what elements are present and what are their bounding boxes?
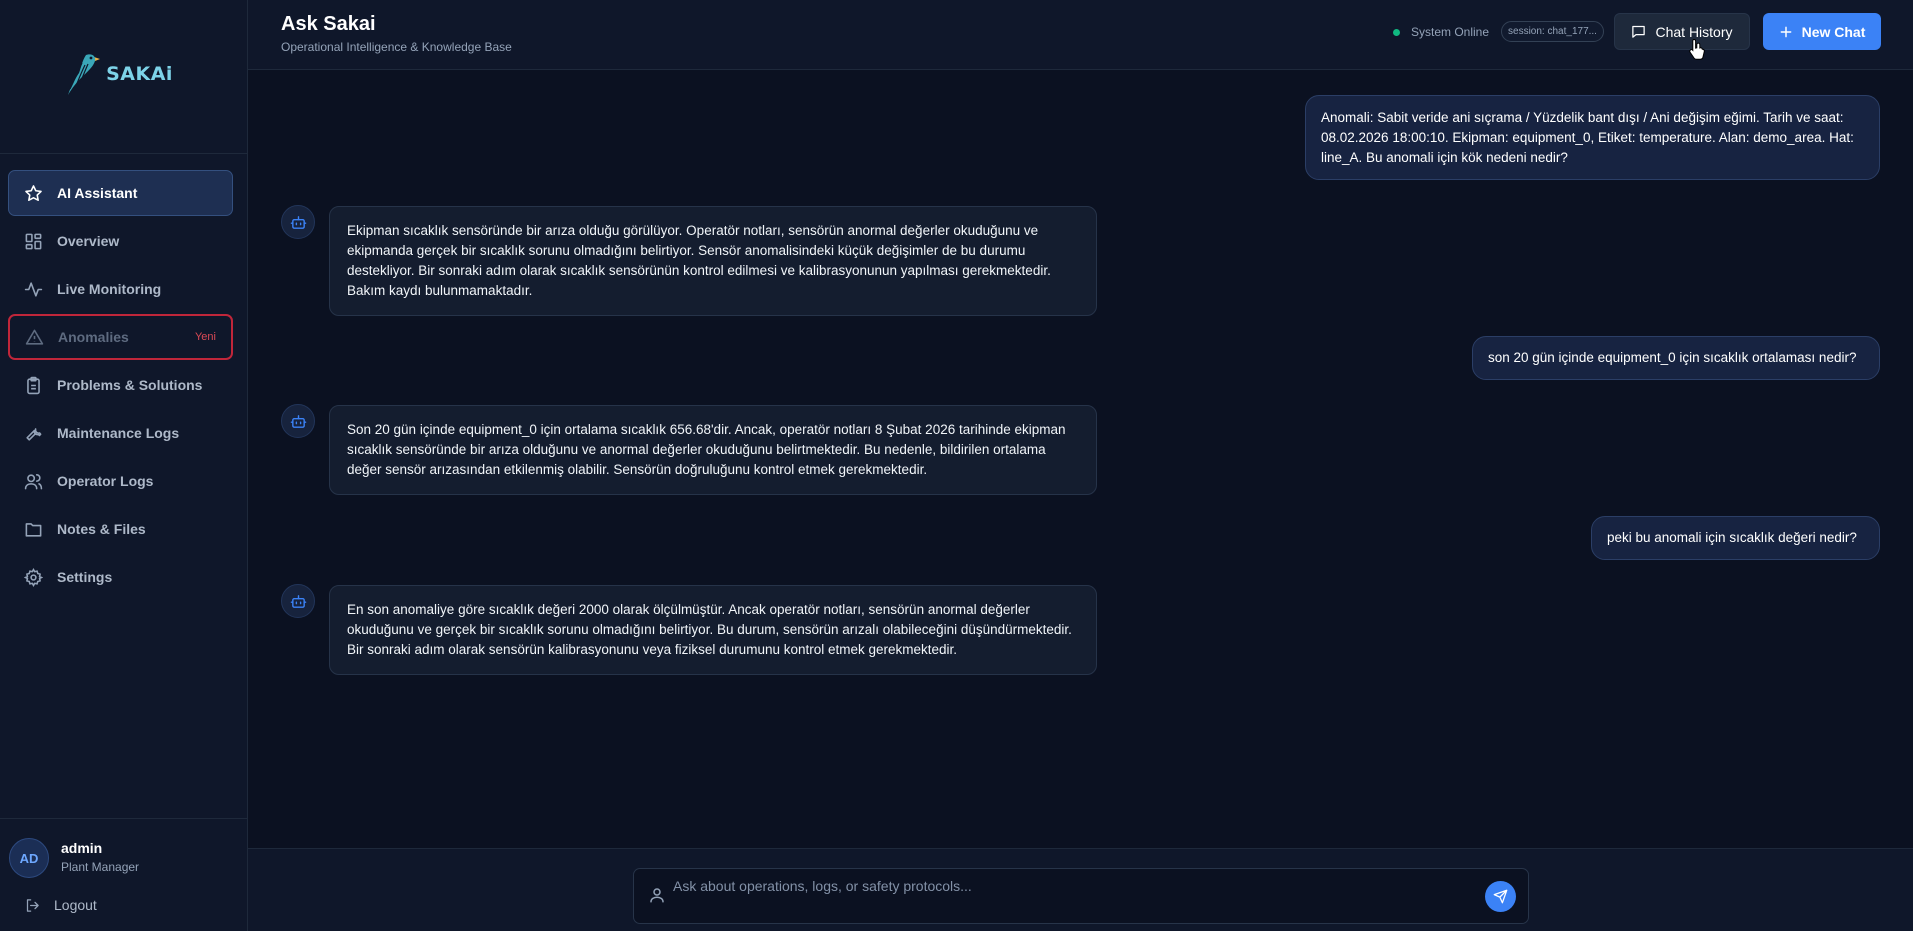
- online-dot-icon: [1393, 28, 1400, 36]
- sidebar-item-label: Operator Logs: [57, 473, 154, 489]
- sidebar-item-label: Maintenance Logs: [57, 425, 180, 441]
- assistant-message: Son 20 gün içinde equipment_0 için ortal…: [329, 405, 1097, 495]
- sidebar-item-problems-solutions[interactable]: Problems & Solutions: [8, 362, 233, 408]
- new-chat-button[interactable]: New Chat: [1763, 13, 1881, 50]
- sidebar-item-ai-assistant[interactable]: AI Assistant: [8, 170, 233, 216]
- status-text: System Online: [1411, 25, 1490, 39]
- sidebar: SAKAi AI Assistant Overview Live Monitor…: [0, 0, 248, 931]
- page-subtitle: Operational Intelligence & Knowledge Bas…: [281, 40, 512, 54]
- sidebar-item-anomalies[interactable]: Anomalies Yeni: [8, 314, 233, 360]
- message-text: Ekipman sıcaklık sensöründe bir arıza ol…: [347, 223, 1051, 298]
- message-text: En son anomaliye göre sıcaklık değeri 20…: [347, 602, 1072, 657]
- message-input[interactable]: [673, 871, 1453, 901]
- composer: [248, 848, 1913, 931]
- user-role: Plant Manager: [61, 860, 140, 874]
- message-input-box: [633, 868, 1529, 924]
- bot-avatar: [281, 404, 315, 438]
- bot-avatar: [281, 584, 315, 618]
- chat-area: Anomali: Sabit veride ani sıçrama / Yüzd…: [248, 70, 1913, 848]
- message-text: Son 20 gün içinde equipment_0 için ortal…: [347, 422, 1066, 477]
- user-message: Anomali: Sabit veride ani sıçrama / Yüzd…: [1305, 95, 1880, 180]
- wrench-icon: [26, 427, 42, 441]
- new-badge: Yeni: [194, 331, 216, 343]
- message-text: son 20 gün içinde equipment_0 için sıcak…: [1488, 350, 1857, 365]
- bot-icon: [290, 215, 306, 229]
- sidebar-item-notes-files[interactable]: Notes & Files: [8, 506, 233, 552]
- folder-icon: [25, 522, 42, 537]
- bird-logo-icon: [68, 53, 101, 95]
- sidebar-item-label: Live Monitoring: [57, 281, 162, 297]
- sidebar-item-label: Overview: [57, 233, 120, 249]
- warning-icon: [25, 329, 44, 345]
- sidebar-item-label: AI Assistant: [57, 185, 138, 201]
- sidebar-item-label: Anomalies: [58, 329, 129, 345]
- assistant-message: Ekipman sıcaklık sensöründe bir arıza ol…: [329, 206, 1097, 316]
- person-icon: [650, 888, 664, 903]
- chat-history-label: Chat History: [1655, 23, 1733, 40]
- page-title: Ask Sakai: [281, 13, 376, 35]
- logout-label: Logout: [54, 897, 97, 913]
- send-button[interactable]: [1485, 881, 1516, 912]
- sidebar-nav: AI Assistant Overview Live Monitoring An…: [8, 170, 233, 602]
- top-header: Ask Sakai Operational Intelligence & Kno…: [248, 0, 1913, 70]
- grid-icon: [25, 233, 42, 249]
- user-message: son 20 gün içinde equipment_0 için sıcak…: [1472, 336, 1880, 380]
- sakai-logo[interactable]: SAKAi: [66, 51, 173, 97]
- sidebar-item-label: Problems & Solutions: [57, 377, 203, 393]
- activity-icon: [24, 281, 43, 297]
- clipboard-icon: [27, 376, 40, 394]
- logo-text: SAKAi: [106, 62, 173, 85]
- bot-icon: [290, 594, 306, 608]
- gear-icon: [24, 567, 43, 587]
- plus-icon: [1780, 26, 1791, 37]
- message-square-icon: [1632, 25, 1646, 38]
- bot-avatar: [281, 205, 315, 239]
- users-icon: [24, 473, 43, 489]
- avatar[interactable]: AD: [9, 838, 49, 878]
- message-text: peki bu anomali için sıcaklık değeri ned…: [1607, 530, 1857, 545]
- sidebar-item-operator-logs[interactable]: Operator Logs: [8, 458, 233, 504]
- session-badge: session: chat_177...: [1501, 21, 1604, 42]
- bot-icon: [290, 414, 306, 428]
- new-chat-label: New Chat: [1801, 23, 1866, 40]
- user-panel: AD admin Plant Manager Logout: [0, 818, 248, 931]
- logo-area: SAKAi: [0, 0, 247, 154]
- sidebar-item-live-monitoring[interactable]: Live Monitoring: [8, 266, 233, 312]
- logout-button[interactable]: Logout: [25, 897, 97, 913]
- message-text: Anomali: Sabit veride ani sıçrama / Yüzd…: [1321, 109, 1854, 165]
- sidebar-item-label: Settings: [57, 569, 113, 585]
- sidebar-item-label: Notes & Files: [57, 521, 146, 537]
- sidebar-item-maintenance-logs[interactable]: Maintenance Logs: [8, 410, 233, 456]
- star-icon: [25, 184, 42, 201]
- chat-history-button[interactable]: Chat History: [1614, 13, 1750, 50]
- sidebar-item-settings[interactable]: Settings: [8, 554, 233, 600]
- user-name: admin: [61, 840, 103, 856]
- sidebar-item-overview[interactable]: Overview: [8, 218, 233, 264]
- assistant-message: En son anomaliye göre sıcaklık değeri 20…: [329, 585, 1097, 675]
- user-message: peki bu anomali için sıcaklık değeri ned…: [1591, 516, 1880, 560]
- send-icon: [1493, 889, 1508, 904]
- logout-icon: [26, 898, 39, 912]
- system-status: System Online: [1393, 25, 1489, 39]
